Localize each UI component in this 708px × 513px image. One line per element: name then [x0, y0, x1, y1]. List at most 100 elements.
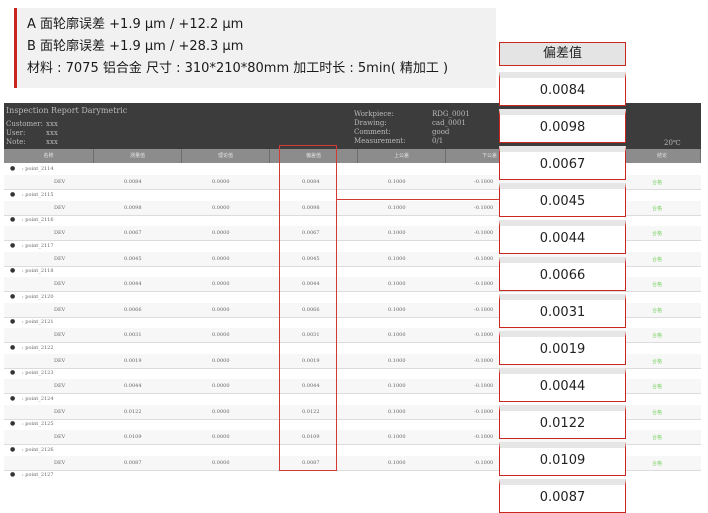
cell-nominal: 0.0000: [212, 357, 230, 364]
cell-upper: 0.1000: [388, 357, 406, 364]
cell-upper: 0.1000: [388, 306, 406, 313]
cell-upper: 0.1000: [388, 230, 406, 236]
cell-measured: 0.0098: [124, 204, 142, 211]
point-marker-icon: ●: [10, 445, 16, 453]
cell-measured: 0.0084: [124, 179, 142, 185]
cell-label: DEV: [54, 255, 66, 262]
cell-nominal: 0.0000: [212, 434, 230, 440]
cell-label: DEV: [54, 230, 66, 236]
cell-lower: -0.1000: [474, 383, 494, 389]
cell-lower: -0.1000: [474, 306, 494, 313]
cell-measured: 0.0031: [124, 332, 142, 338]
cell-result: 合格: [652, 231, 663, 237]
cell-upper: 0.1000: [388, 255, 406, 262]
cell-label: DEV: [54, 459, 66, 466]
cell-nominal: 0.0000: [212, 230, 230, 236]
cell-result: 合格: [652, 358, 663, 365]
cell-measured: 0.0087: [124, 459, 142, 466]
cell-result: 合格: [652, 205, 663, 212]
callout-value: 0.0122: [499, 405, 626, 439]
point-marker-icon: ●: [10, 292, 16, 300]
cell-nominal: 0.0000: [212, 459, 230, 466]
cell-nominal: 0.0000: [212, 383, 230, 389]
callout-value: 0.0066: [499, 257, 626, 291]
col-upper-tol: 上公差: [358, 149, 446, 163]
cell-lower: -0.1000: [474, 357, 494, 364]
cell-label: DEV: [54, 332, 66, 338]
cell-result: 合格: [652, 460, 663, 467]
point-marker-icon: ●: [10, 190, 16, 198]
cell-nominal: 0.0000: [212, 408, 230, 415]
cell-lower: -0.1000: [474, 230, 494, 236]
point-name: : point_2120: [22, 293, 54, 300]
cell-measured: 0.0045: [124, 255, 142, 262]
cell-result: 合格: [652, 333, 663, 339]
point-name: : point_2127: [22, 472, 54, 478]
col-measured: 测量值: [94, 149, 182, 163]
cell-measured: 0.0044: [124, 281, 142, 287]
comment-value: good: [432, 128, 450, 136]
cell-measured: 0.0044: [124, 383, 142, 389]
cell-nominal: 0.0000: [212, 281, 230, 287]
deviation-highlight-box: [279, 145, 337, 471]
drawing-label: Drawing:: [354, 119, 387, 127]
cell-result: 合格: [652, 282, 663, 288]
cell-nominal: 0.0000: [212, 332, 230, 338]
cell-label: DEV: [54, 357, 66, 364]
cell-lower: -0.1000: [474, 204, 494, 211]
material-info: 材料 : 7075 铝合金 尺寸 : 310*210*80mm 加工时长 : 5…: [27, 61, 449, 76]
point-marker-icon: ●: [10, 165, 16, 172]
point-name: : point_2114: [22, 166, 54, 172]
cell-label: DEV: [54, 383, 66, 389]
point-marker-icon: ●: [10, 318, 16, 325]
point-marker-icon: ●: [10, 343, 16, 351]
point-marker-icon: ●: [10, 216, 16, 223]
cell-label: DEV: [54, 434, 66, 440]
cell-upper: 0.1000: [388, 204, 406, 211]
col-name: 名称: [4, 149, 94, 163]
cell-measured: 0.0066: [124, 306, 142, 313]
callout-value: 0.0084: [499, 72, 626, 106]
cell-nominal: 0.0000: [212, 179, 230, 185]
user-label: User:: [6, 129, 26, 137]
cell-result: 合格: [652, 435, 663, 441]
report-title: Inspection Report Darymetric: [6, 106, 128, 115]
cell-measured: 0.0122: [124, 408, 142, 415]
cell-lower: -0.1000: [474, 434, 494, 440]
point-name: : point_2126: [22, 446, 54, 453]
col-nominal: 理论值: [182, 149, 270, 163]
workpiece-value: RDG_0001: [432, 110, 470, 118]
profile-error-a: A 面轮廓误差 +1.9 µm / +12.2 µm: [27, 17, 244, 32]
point-marker-icon: ●: [10, 420, 16, 427]
cell-measured: 0.0019: [124, 357, 142, 364]
cell-upper: 0.1000: [388, 408, 406, 415]
callout-value: 0.0109: [499, 442, 626, 476]
point-marker-icon: ●: [10, 471, 16, 478]
cell-upper: 0.1000: [388, 179, 406, 185]
cell-label: DEV: [54, 408, 66, 415]
profile-error-b: B 面轮廓误差 +1.9 µm / +28.3 µm: [27, 39, 244, 54]
point-name: : point_2125: [22, 421, 54, 427]
cell-lower: -0.1000: [474, 179, 494, 185]
point-marker-icon: ●: [10, 267, 16, 274]
customer-value: xxx: [46, 120, 58, 128]
cell-label: DEV: [54, 281, 66, 287]
cell-result: 合格: [652, 256, 663, 263]
cell-lower: -0.1000: [474, 332, 494, 338]
cell-result: 合格: [652, 409, 663, 416]
cell-measured: 0.0067: [124, 230, 142, 236]
workpiece-label: Workpiece:: [354, 110, 394, 118]
point-marker-icon: ●: [10, 241, 16, 249]
deviation-callout: 偏差值 0.0084 0.0098 0.0067 0.0045 0.0044 0.0066…: [499, 42, 626, 513]
cell-result: 合格: [652, 180, 663, 186]
measurement-label: Measurement:: [354, 137, 406, 145]
cell-nominal: 0.0000: [212, 255, 230, 262]
cell-upper: 0.1000: [388, 459, 406, 466]
note-value: xxx: [46, 138, 58, 146]
callout-value: 0.0098: [499, 109, 626, 143]
cell-label: DEV: [54, 204, 66, 211]
user-value: xxx: [46, 129, 58, 137]
customer-label: Customer:: [6, 120, 43, 128]
point-name: : point_2121: [22, 319, 54, 325]
callout-connector-line: [337, 199, 499, 200]
